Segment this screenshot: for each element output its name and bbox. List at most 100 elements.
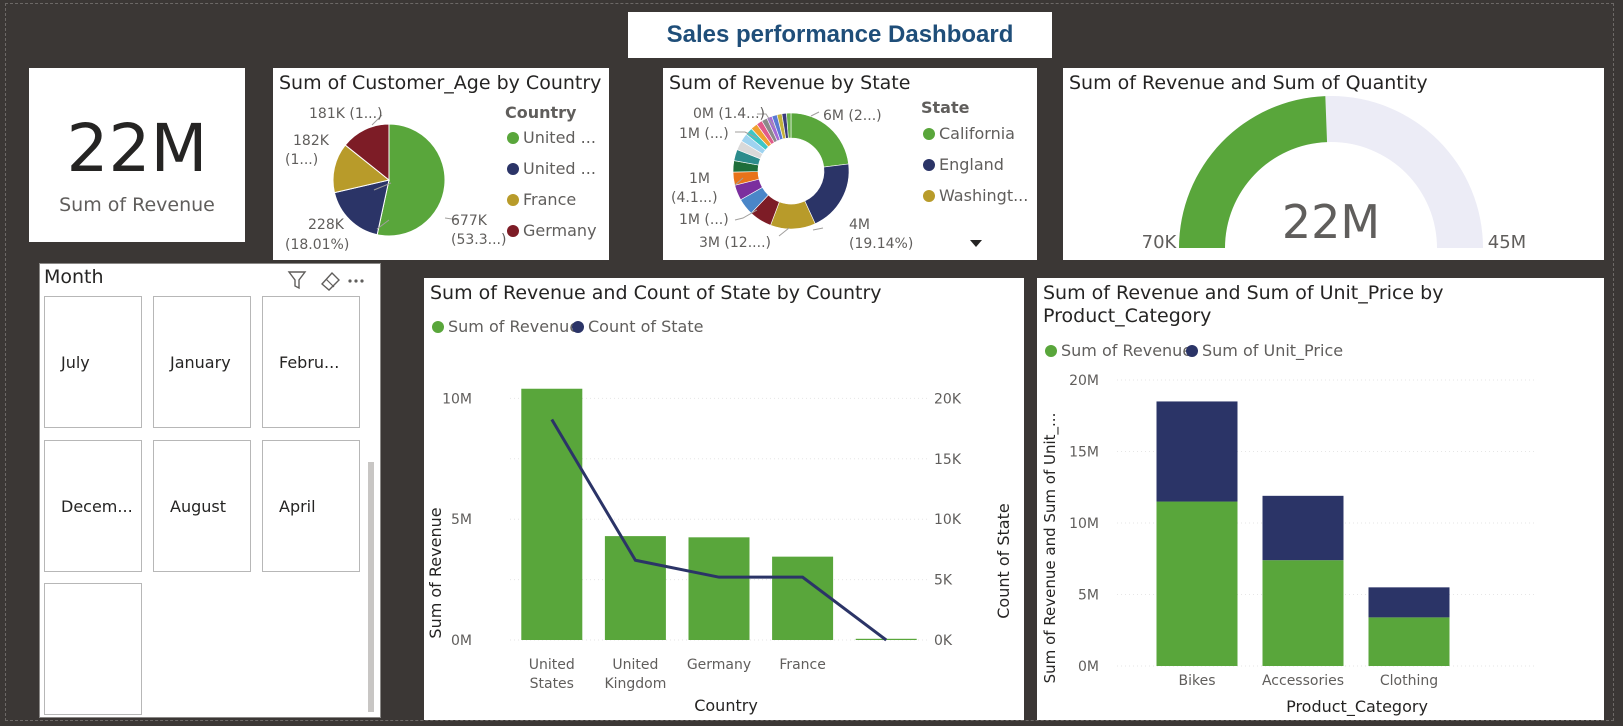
- dashboard-title-box: Sales performance Dashboard: [628, 12, 1052, 58]
- legend-label: Washingt...: [939, 186, 1029, 205]
- kpi-label: Sum of Revenue: [59, 194, 215, 216]
- dashboard-title: Sales performance Dashboard: [666, 21, 1014, 48]
- combo-y-tick: 0M: [451, 633, 472, 649]
- eraser-icon[interactable]: [320, 271, 340, 291]
- stacked-y-tick: 15M: [1069, 445, 1099, 461]
- more-options-icon[interactable]: [348, 279, 364, 283]
- age-pie-label-navy-b: (18.01%): [285, 237, 349, 253]
- kpi-card[interactable]: 22M Sum of Revenue: [29, 68, 245, 242]
- age-pie-visual[interactable]: Sum of Customer_Age by Country 181K (1..…: [273, 68, 609, 260]
- combo-bar[interactable]: [604, 536, 666, 640]
- legend-label: United ...: [523, 128, 596, 147]
- combo-bar[interactable]: [521, 388, 583, 640]
- month-tile-label: January: [170, 352, 231, 372]
- month-slicer[interactable]: Month July January Febru... Decem... Aug…: [39, 263, 381, 718]
- combo-x-tick: States: [530, 676, 574, 692]
- age-pie-label-maroon: 181K (1...): [309, 106, 383, 122]
- gauge-max: 45M: [1488, 232, 1526, 253]
- gauge-visual[interactable]: Sum of Revenue and Sum of Quantity 22M 7…: [1063, 68, 1604, 260]
- caret-down-icon[interactable]: [970, 240, 982, 247]
- legend-dot: [923, 158, 935, 171]
- country-combo-svg: Sum of Revenue Count of State Country 0K…: [426, 388, 1013, 715]
- legend-dot: [923, 127, 935, 140]
- combo-bar[interactable]: [772, 556, 834, 640]
- stacked-y-tick: 5M: [1078, 588, 1099, 604]
- country-combo-visual[interactable]: Sum of Revenue and Count of State by Cou…: [424, 278, 1024, 720]
- combo-ylabel: Sum of Revenue: [426, 507, 445, 638]
- combo-y2-tick: 15K: [934, 452, 962, 468]
- donut-label-r2a: 4M: [849, 217, 870, 233]
- combo-x-tick: United: [529, 657, 575, 673]
- age-pie-legend-item[interactable]: France: [507, 190, 576, 209]
- month-tile[interactable]: April: [262, 440, 360, 572]
- age-pie-legend-item[interactable]: United ...: [507, 159, 596, 178]
- month-tile[interactable]: August: [153, 440, 251, 572]
- legend-dot: [507, 131, 519, 144]
- stacked-bar-segment[interactable]: [1368, 617, 1450, 666]
- gauge-value: 22M: [1282, 195, 1380, 249]
- month-tile-label: August: [170, 496, 226, 516]
- stacked-x-tick: Clothing: [1380, 673, 1438, 689]
- combo-y-tick: 5M: [451, 512, 472, 528]
- stacked-bar-segment[interactable]: [1156, 501, 1238, 666]
- category-stacked-svg: Sum of Revenue and Sum of Unit_... Produ…: [1041, 373, 1537, 717]
- month-tile[interactable]: Febru...: [262, 296, 360, 428]
- legend-label: Germany: [523, 221, 597, 240]
- state-donut-legend-item[interactable]: Washingt...: [923, 186, 1028, 205]
- month-tile[interactable]: July: [44, 296, 142, 428]
- age-pie-legend-item[interactable]: United ...: [507, 128, 596, 147]
- stacked-bar-segment[interactable]: [1156, 401, 1238, 502]
- stacked-bar-segment[interactable]: [1368, 587, 1450, 618]
- combo-y2-tick: 10K: [934, 512, 962, 528]
- donut-label-l1: 0M (1.4...): [693, 106, 765, 122]
- gauge-svg: 22M 70K 45M: [1142, 96, 1526, 253]
- age-pie-label-gold-b: (1...): [285, 152, 318, 168]
- filter-icon[interactable]: [287, 271, 307, 290]
- slicer-header-icons: [287, 271, 364, 291]
- legend-dot: [923, 189, 935, 202]
- slicer-scrollbar[interactable]: [368, 462, 374, 712]
- donut-label-l5: 3M (12....): [699, 235, 771, 251]
- legend-label: France: [523, 190, 577, 209]
- month-tile[interactable]: January: [153, 296, 251, 428]
- stacked-y-tick: 20M: [1069, 373, 1099, 389]
- stacked-x-tick: Bikes: [1178, 673, 1215, 689]
- combo-x-tick: Germany: [687, 657, 751, 673]
- donut-label-l3b: (4.1...): [671, 190, 718, 206]
- combo-bar[interactable]: [688, 537, 750, 640]
- month-tile-label: April: [279, 496, 316, 516]
- age-pie-label-navy-a: 228K: [308, 217, 345, 233]
- month-tile[interactable]: [44, 583, 142, 715]
- combo-x-tick: France: [779, 657, 826, 673]
- state-donut-legend-item[interactable]: England: [923, 155, 1004, 174]
- donut-label-r2b: (19.14%): [849, 236, 913, 252]
- combo-x-tick: United: [612, 657, 658, 673]
- state-donut-visual[interactable]: Sum of Revenue by State 0M (1.4...) 1M (…: [663, 68, 1037, 260]
- donut-label-l4: 1M (...): [679, 212, 729, 228]
- legend-label: California: [939, 124, 1015, 143]
- combo-y2-tick: 5K: [934, 573, 953, 589]
- state-donut-legend-item[interactable]: California: [923, 124, 1015, 143]
- stacked-bar-segment[interactable]: [1262, 495, 1344, 561]
- combo-y2label: Count of State: [994, 503, 1013, 618]
- age-pie-legend-item[interactable]: Germany: [507, 221, 597, 240]
- age-pie-label-gold-a: 182K: [293, 133, 330, 149]
- stacked-y-tick: 10M: [1069, 516, 1099, 532]
- stacked-y-tick: 0M: [1078, 659, 1099, 675]
- gauge-min: 70K: [1142, 232, 1178, 253]
- stacked-ylabel: Sum of Revenue and Sum of Unit_...: [1041, 413, 1060, 684]
- kpi-value: 22M: [66, 110, 208, 187]
- age-pie-legend-title: Country: [505, 103, 577, 122]
- stacked-bar-segment[interactable]: [1262, 560, 1344, 666]
- age-pie-label-green-a: 677K: [451, 213, 488, 229]
- month-tile-label: Febru...: [279, 352, 340, 372]
- combo-xlabel: Country: [694, 696, 758, 715]
- slicer-header: Month: [44, 266, 104, 288]
- donut-label-l3a: 1M: [689, 171, 710, 187]
- stacked-xlabel: Product_Category: [1286, 697, 1428, 717]
- age-pie-label-green-b: (53.3...): [451, 232, 506, 248]
- donut-label-l2: 1M (...): [679, 126, 729, 142]
- stacked-x-tick: Accessories: [1262, 673, 1344, 689]
- category-stacked-visual[interactable]: Sum of Revenue and Sum of Unit_Price by …: [1037, 278, 1604, 720]
- month-tile[interactable]: Decem...: [44, 440, 142, 572]
